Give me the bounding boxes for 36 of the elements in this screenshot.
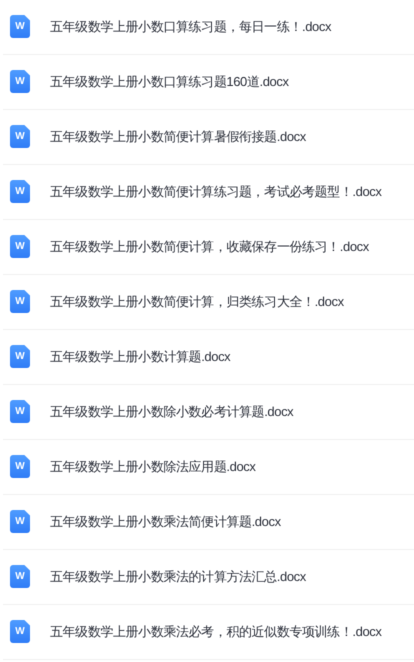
file-list-item[interactable]: W 五年级数学上册小数口算练习题，每日一练！.docx	[3, 0, 414, 55]
word-document-icon: W	[10, 345, 30, 368]
file-name: 五年级数学上册小数口算练习题160道.docx	[50, 72, 289, 90]
file-list-item[interactable]: W 五年级数学上册小数简便计算暑假衔接题.docx	[3, 109, 414, 165]
word-document-icon: W	[10, 15, 30, 38]
word-document-icon: W	[10, 70, 30, 93]
file-name: 五年级数学上册小数乘法简便计算题.docx	[50, 512, 281, 530]
file-list-item[interactable]: W 五年级数学上册小数乘法必考，积的近似数专项训练！.docx	[3, 604, 414, 660]
word-document-icon: W	[10, 235, 30, 258]
file-name: 五年级数学上册小数乘法必考，积的近似数专项训练！.docx	[50, 622, 382, 640]
word-document-icon: W	[10, 400, 30, 423]
file-list-item[interactable]: W 五年级数学上册小数乘法简便计算题.docx	[3, 494, 414, 550]
word-document-icon: W	[10, 565, 30, 588]
word-document-icon: W	[10, 180, 30, 203]
file-list-item[interactable]: W 五年级数学上册小数口算练习题160道.docx	[3, 54, 414, 110]
file-list-item[interactable]: W 五年级数学上册小数乘法的计算方法汇总.docx	[3, 549, 414, 605]
file-list-item[interactable]: W 五年级数学上册小数除小数必考计算题.docx	[3, 384, 414, 440]
file-name: 五年级数学上册小数乘法的计算方法汇总.docx	[50, 568, 306, 586]
file-name: 五年级数学上册小数简便计算，收藏保存一份练习！.docx	[50, 238, 369, 256]
word-document-icon: W	[10, 455, 30, 478]
file-list-item[interactable]: W 五年级数学上册小数简便计算，归类练习大全！.docx	[3, 274, 414, 330]
file-name: 五年级数学上册小数除小数必考计算题.docx	[50, 402, 294, 420]
file-list-item[interactable]: W 五年级数学上册小数简便计算练习题，考试必考题型！.docx	[3, 164, 414, 220]
file-name: 五年级数学上册小数除法应用题.docx	[50, 458, 256, 476]
file-name: 五年级数学上册小数口算练习题，每日一练！.docx	[50, 18, 332, 36]
file-name: 五年级数学上册小数简便计算练习题，考试必考题型！.docx	[50, 182, 382, 200]
file-name: 五年级数学上册小数计算题.docx	[50, 348, 230, 366]
word-document-icon: W	[10, 510, 30, 533]
file-list-item[interactable]: W 五年级数学上册小数计算题.docx	[3, 329, 414, 385]
word-document-icon: W	[10, 620, 30, 643]
file-list-item[interactable]: W 五年级数学上册小数简便计算，收藏保存一份练习！.docx	[3, 219, 414, 275]
word-document-icon: W	[10, 290, 30, 313]
file-name: 五年级数学上册小数简便计算，归类练习大全！.docx	[50, 292, 344, 310]
file-name: 五年级数学上册小数简便计算暑假衔接题.docx	[50, 128, 306, 146]
file-list-item[interactable]: W 五年级数学上册小数除法应用题.docx	[3, 439, 414, 495]
word-document-icon: W	[10, 125, 30, 148]
